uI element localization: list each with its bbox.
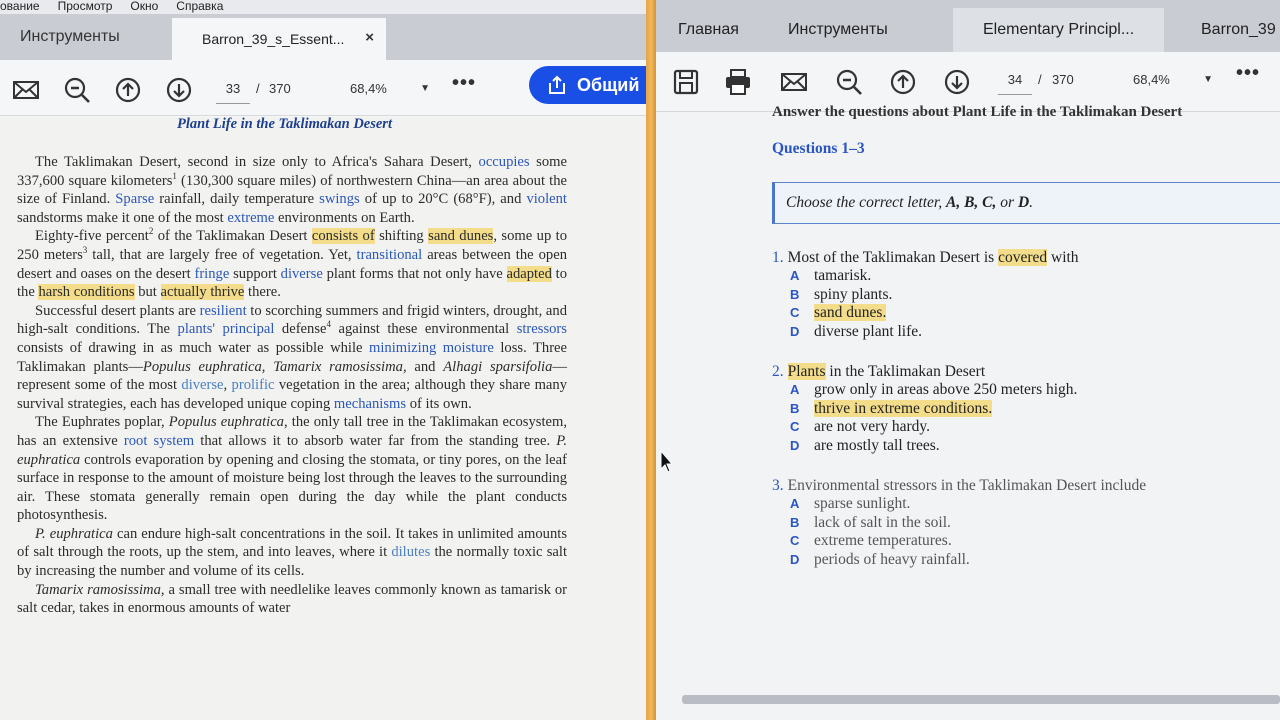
zoom-select[interactable]: 68,4% ▼: [1133, 65, 1213, 95]
page-total: 370: [1052, 72, 1074, 87]
tab-document-label: Barron_39_s_Essent...: [202, 31, 345, 47]
tab-elementary-principles[interactable]: Elementary Principl...: [953, 8, 1165, 52]
page-total: 370: [269, 81, 291, 96]
option-b[interactable]: Bspiny plants.: [790, 286, 1079, 305]
question-2: 2. Plants in the Taklimakan Desert Agrow …: [772, 363, 1078, 456]
zoom-out-icon[interactable]: [63, 76, 91, 104]
menu-item-view[interactable]: Просмотр: [58, 0, 113, 14]
page-down-icon[interactable]: [165, 76, 193, 104]
page-down-icon[interactable]: [943, 68, 971, 96]
question-1: 1. Most of the Taklimakan Desert is cover…: [772, 249, 1079, 342]
save-icon[interactable]: [672, 68, 700, 96]
instructions-line: Answer the questions about Plant Life in…: [772, 104, 1183, 120]
option-b[interactable]: Bthrive in extreme conditions.: [790, 399, 1077, 419]
paragraph-1: The Taklimakan Desert, second in size on…: [17, 154, 567, 226]
print-icon[interactable]: [724, 68, 752, 96]
menu-item-window[interactable]: Окно: [130, 0, 158, 14]
share-button[interactable]: Общий: [529, 66, 648, 104]
questions-heading: Questions 1–3: [772, 140, 865, 157]
document-page-right: Answer the questions about Plant Life in…: [656, 104, 1280, 720]
page-separator: /: [256, 81, 260, 96]
page-up-icon[interactable]: [114, 76, 142, 104]
close-icon[interactable]: ×: [365, 29, 374, 46]
toolbar-right: 34 / 370 68,4% ▼ •••: [656, 52, 1280, 112]
zoom-out-icon[interactable]: [835, 68, 863, 96]
chevron-down-icon: ▼: [1203, 74, 1213, 85]
paragraph-2: Eighty-five percent2 of the Taklimakan D…: [17, 226, 568, 301]
question-3: 3. Environmental stressors in the Taklima…: [772, 477, 1147, 570]
tab-barron[interactable]: Barron_39: [1201, 8, 1276, 52]
more-options-icon[interactable]: •••: [452, 72, 476, 95]
paragraph-5: P. euphratica can endure high-salt conce…: [17, 525, 568, 580]
mail-icon[interactable]: [12, 76, 40, 104]
mouse-cursor-icon: [660, 450, 674, 473]
right-acrobat-window: Главная Инструменты Elementary Principl.…: [656, 0, 1280, 720]
menu-item-edit[interactable]: ование: [0, 0, 40, 14]
tab-bar-right: Главная Инструменты Elementary Principl.…: [656, 0, 1280, 52]
tab-document[interactable]: Barron_39_s_Essent... ×: [172, 18, 386, 60]
more-options-icon[interactable]: •••: [1236, 62, 1260, 85]
option-a[interactable]: Agrow only in areas above 250 meters hig…: [790, 381, 1077, 400]
tab-home[interactable]: Главная: [678, 8, 739, 52]
option-d[interactable]: Dperiods of heavy rainfall.: [790, 551, 1146, 570]
share-label: Общий: [577, 74, 640, 95]
option-a[interactable]: Atamarisk.: [790, 267, 1079, 286]
option-d[interactable]: Dare mostly tall trees.: [790, 437, 1077, 456]
page-up-icon[interactable]: [889, 68, 917, 96]
document-page-left: Plant Life in the Taklimakan Desert The …: [0, 117, 648, 720]
tab-tools[interactable]: Инструменты: [0, 14, 172, 60]
mail-icon[interactable]: [780, 68, 808, 96]
instruction-box: Choose the correct letter, A, B, C, or D…: [772, 182, 1280, 224]
zoom-value: 68,4%: [1133, 72, 1170, 87]
page-number-input[interactable]: 34: [998, 65, 1032, 95]
paragraph-4: The Euphrates poplar, Populus euphratica…: [17, 414, 567, 524]
window-divider[interactable]: [646, 0, 656, 720]
horizontal-scrollbar[interactable]: [682, 695, 1280, 704]
option-c[interactable]: Cextreme temperatures.: [790, 532, 1146, 551]
paragraph-3: Successful desert plants are resilient t…: [17, 302, 568, 412]
menu-bar: ование Просмотр Окно Справка: [0, 0, 648, 14]
option-c[interactable]: Csand dunes.: [790, 304, 1079, 323]
option-b[interactable]: Black of salt in the soil.: [790, 514, 1146, 533]
tab-tools[interactable]: Инструменты: [788, 8, 888, 52]
tab-bar: Инструменты Barron_39_s_Essent... ×: [0, 14, 648, 60]
share-icon: [549, 75, 565, 94]
zoom-value: 68,4%: [350, 81, 387, 96]
option-c[interactable]: Care not very hardy.: [790, 418, 1077, 437]
page-separator: /: [1038, 72, 1042, 87]
option-a[interactable]: Asparse sunlight.: [790, 495, 1146, 514]
screen: ование Просмотр Окно Справка Инструменты…: [0, 0, 1280, 720]
menu-item-help[interactable]: Справка: [176, 0, 223, 14]
page-number-input[interactable]: 33: [216, 74, 250, 104]
paragraph-6: Tamarix ramosissima, a small tree with n…: [17, 581, 567, 617]
left-acrobat-window: ование Просмотр Окно Справка Инструменты…: [0, 0, 648, 720]
page-title: Plant Life in the Taklimakan Desert: [177, 116, 392, 132]
zoom-select[interactable]: 68,4% ▼: [350, 74, 430, 104]
page-text: Plant Life in the Taklimakan Desert The …: [17, 117, 567, 618]
option-d[interactable]: Ddiverse plant life.: [790, 323, 1079, 342]
chevron-down-icon: ▼: [420, 83, 430, 94]
